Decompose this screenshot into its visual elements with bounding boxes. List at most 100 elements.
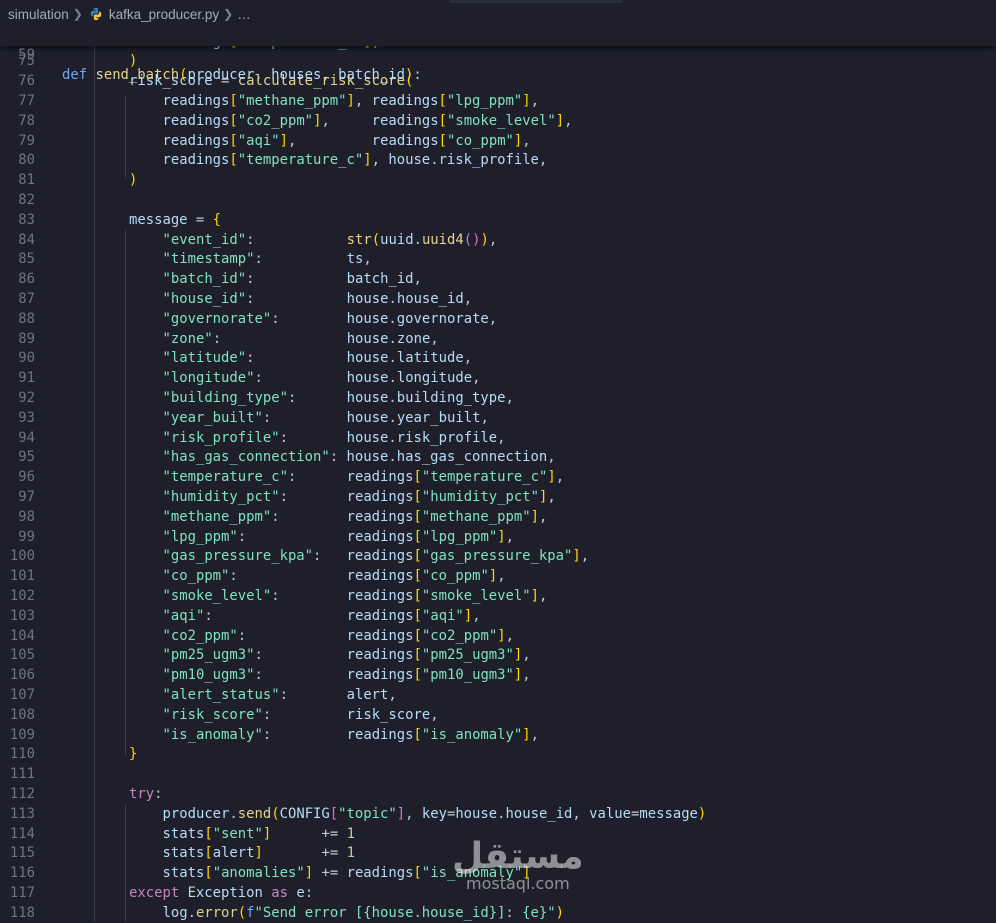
code-line[interactable]: 96 "temperature_c": readings["temperatur…	[0, 468, 996, 488]
breadcrumb-folder[interactable]: simulation	[8, 7, 69, 22]
code-line[interactable]: 102 "smoke_level": readings["smoke_level…	[0, 587, 996, 607]
line-number: 106	[9, 667, 35, 684]
breadcrumb-more[interactable]: …	[237, 7, 251, 22]
code-line[interactable]: 97 "humidity_pct": readings["humidity_pc…	[0, 488, 996, 508]
code-line[interactable]: 112 try:	[0, 785, 996, 805]
line-number: 78	[18, 112, 35, 129]
code-line[interactable]: 87 "house_id": house.house_id,	[0, 290, 996, 310]
code-line[interactable]: 104 "co2_ppm": readings["co2_ppm"],	[0, 627, 996, 647]
line-number: 115	[9, 845, 35, 862]
line-number: 91	[18, 370, 35, 387]
code-text: "temperature_c": readings["temperature_c…	[162, 469, 565, 486]
line-number: 110	[9, 746, 35, 763]
code-editor[interactable]: readings["temperature_c"],75 )76 risk_sc…	[0, 0, 996, 922]
code-text: "has_gas_connection": house.has_gas_conn…	[162, 449, 556, 466]
code-text: "humidity_pct": readings["humidity_pct"]…	[162, 488, 556, 505]
code-line[interactable]: 77 readings["methane_ppm"], readings["lp…	[0, 92, 996, 112]
code-line[interactable]: 100 "gas_pressure_kpa": readings["gas_pr…	[0, 547, 996, 567]
code-line[interactable]: 101 "co_ppm": readings["co_ppm"],	[0, 567, 996, 587]
line-number: 101	[9, 568, 35, 585]
code-text: stats["sent"] += 1	[162, 825, 356, 842]
code-text: message = {	[129, 211, 222, 228]
code-text: readings["temperature_c"], house.risk_pr…	[162, 152, 548, 169]
watermark-latin: mostaql.com	[466, 874, 570, 893]
code-line[interactable]: 86 "batch_id": batch_id,	[0, 270, 996, 290]
line-number: 102	[9, 587, 35, 604]
code-line[interactable]: 110 }	[0, 745, 996, 765]
code-line[interactable]: 118 log.error(f"Send error [{house.house…	[0, 904, 996, 923]
breadcrumb: simulation ❯ kafka_producer.py ❯ …	[0, 0, 996, 28]
line-number: 92	[18, 389, 35, 406]
code-text: stats[alert] += 1	[162, 845, 356, 862]
code-line[interactable]: 105 "pm25_ugm3": readings["pm25_ugm3"],	[0, 646, 996, 666]
code-text: "co_ppm": readings["co_ppm"],	[162, 568, 506, 585]
code-text: producer.send(CONFIG["topic"], key=house…	[162, 805, 707, 822]
code-line[interactable]: 98 "methane_ppm": readings["methane_ppm"…	[0, 508, 996, 528]
code-text: "governorate": house.governorate,	[162, 310, 498, 327]
code-text: "is_anomaly": readings["is_anomaly"],	[162, 726, 540, 743]
code-line[interactable]: 99 "lpg_ppm": readings["lpg_ppm"],	[0, 528, 996, 548]
code-text: "gas_pressure_kpa": readings["gas_pressu…	[162, 548, 590, 565]
code-text: except Exception as e:	[129, 884, 314, 901]
line-number: 79	[18, 132, 35, 149]
code-line[interactable]: 80 readings["temperature_c"], house.risk…	[0, 151, 996, 171]
watermark-logo: مستقل mostaql.com	[452, 838, 584, 892]
line-number: 82	[18, 191, 35, 208]
line-number: 98	[18, 508, 35, 525]
code-line[interactable]: 109 "is_anomaly": readings["is_anomaly"]…	[0, 726, 996, 746]
code-line[interactable]: 108 "risk_score": risk_score,	[0, 706, 996, 726]
indent-guide	[125, 96, 127, 178]
code-text: "smoke_level": readings["smoke_level"],	[162, 587, 548, 604]
sticky-line[interactable]: 59 def send_batch(producer, houses, batc…	[0, 26, 996, 83]
code-text: "house_id": house.house_id,	[162, 290, 473, 307]
line-number: 86	[18, 271, 35, 288]
line-number: 118	[9, 904, 35, 921]
line-number: 100	[9, 548, 35, 565]
code-line[interactable]: 95 "has_gas_connection": house.has_gas_c…	[0, 448, 996, 468]
code-line[interactable]: 94 "risk_profile": house.risk_profile,	[0, 429, 996, 449]
code-text: "latitude": house.latitude,	[162, 350, 473, 367]
code-line[interactable]: 111	[0, 765, 996, 785]
sticky-scroll-header[interactable]: 59 def send_batch(producer, houses, batc…	[0, 26, 996, 83]
breadcrumb-file[interactable]: kafka_producer.py	[109, 7, 219, 22]
code-text: "lpg_ppm": readings["lpg_ppm"],	[162, 528, 514, 545]
code-line[interactable]: 78 readings["co2_ppm"], readings["smoke_…	[0, 112, 996, 132]
code-line[interactable]: 93 "year_built": house.year_built,	[0, 409, 996, 429]
line-number: 94	[18, 429, 35, 446]
code-line[interactable]: 83 message = {	[0, 211, 996, 231]
line-number: 81	[18, 172, 35, 189]
code-text: "timestamp": ts,	[162, 251, 372, 268]
code-line[interactable]: 107 "alert_status": alert,	[0, 686, 996, 706]
code-line[interactable]: 79 readings["aqi"], readings["co_ppm"],	[0, 132, 996, 152]
line-number: 116	[9, 865, 35, 882]
line-number: 97	[18, 488, 35, 505]
chevron-right-icon: ❯	[72, 7, 83, 21]
line-number: 117	[9, 884, 35, 901]
code-line[interactable]: 103 "aqi": readings["aqi"],	[0, 607, 996, 627]
code-line[interactable]: 91 "longitude": house.longitude,	[0, 369, 996, 389]
code-line[interactable]: 89 "zone": house.zone,	[0, 330, 996, 350]
code-line[interactable]: 82	[0, 191, 996, 211]
line-number: 80	[18, 152, 35, 169]
line-number: 83	[18, 211, 35, 228]
code-line[interactable]: 88 "governorate": house.governorate,	[0, 310, 996, 330]
code-line[interactable]: 106 "pm10_ugm3": readings["pm10_ugm3"],	[0, 666, 996, 686]
code-line[interactable]: 84 "event_id": str(uuid.uuid4()),	[0, 231, 996, 251]
watermark-arabic: مستقل	[452, 836, 584, 877]
line-number: 114	[9, 825, 35, 842]
code-text: "batch_id": batch_id,	[162, 271, 422, 288]
line-number: 88	[18, 310, 35, 327]
line-number: 95	[18, 449, 35, 466]
code-line[interactable]: 81 )	[0, 171, 996, 191]
code-text: readings["aqi"], readings["co_ppm"],	[162, 132, 531, 149]
code-line[interactable]: 90 "latitude": house.latitude,	[0, 349, 996, 369]
code-text: def send_batch(producer, houses, batch_i…	[62, 66, 422, 83]
line-number: 96	[18, 469, 35, 486]
code-line[interactable]: 92 "building_type": house.building_type,	[0, 389, 996, 409]
line-number: 87	[18, 290, 35, 307]
line-number: 59	[18, 46, 35, 63]
code-text: "zone": house.zone,	[162, 330, 439, 347]
code-line[interactable]: 85 "timestamp": ts,	[0, 250, 996, 270]
code-line[interactable]: 113 producer.send(CONFIG["topic"], key=h…	[0, 805, 996, 825]
line-number: 99	[18, 528, 35, 545]
